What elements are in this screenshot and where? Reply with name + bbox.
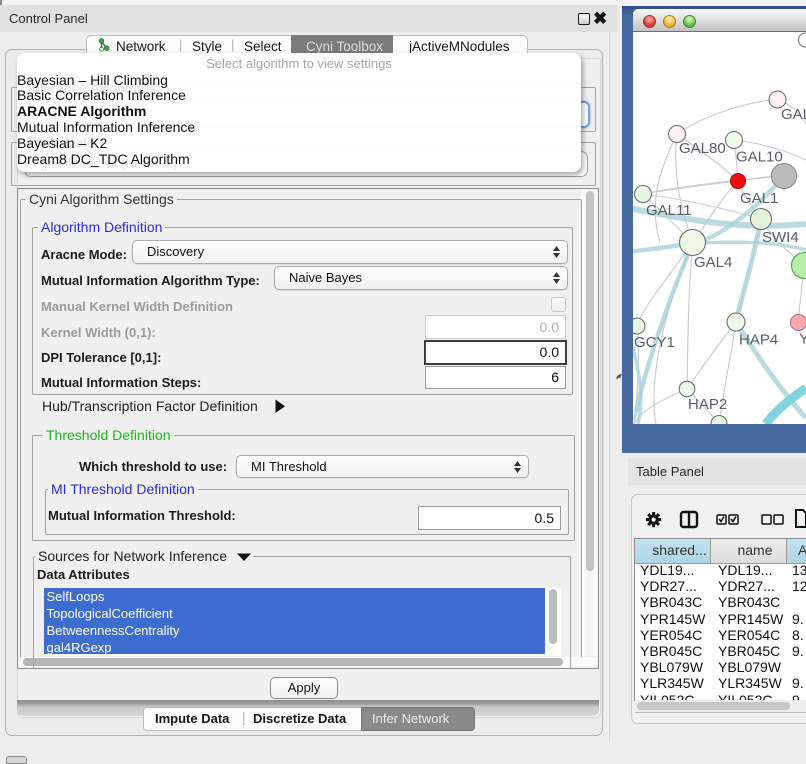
svg-text:GAL10: GAL10: [736, 149, 783, 166]
svg-text:HAP4: HAP4: [739, 332, 778, 349]
svg-text:SWI4: SWI4: [762, 229, 799, 246]
svg-text:GAL: GAL: [781, 106, 806, 123]
svg-text:GAL1: GAL1: [740, 190, 778, 207]
svg-text:HAP2: HAP2: [688, 396, 727, 413]
svg-text:GAL80: GAL80: [679, 140, 726, 157]
svg-text:GAL4: GAL4: [694, 254, 732, 271]
svg-text:GAL11: GAL11: [646, 202, 692, 219]
svg-text:Y: Y: [799, 331, 806, 348]
svg-text:GCY1: GCY1: [634, 334, 675, 351]
